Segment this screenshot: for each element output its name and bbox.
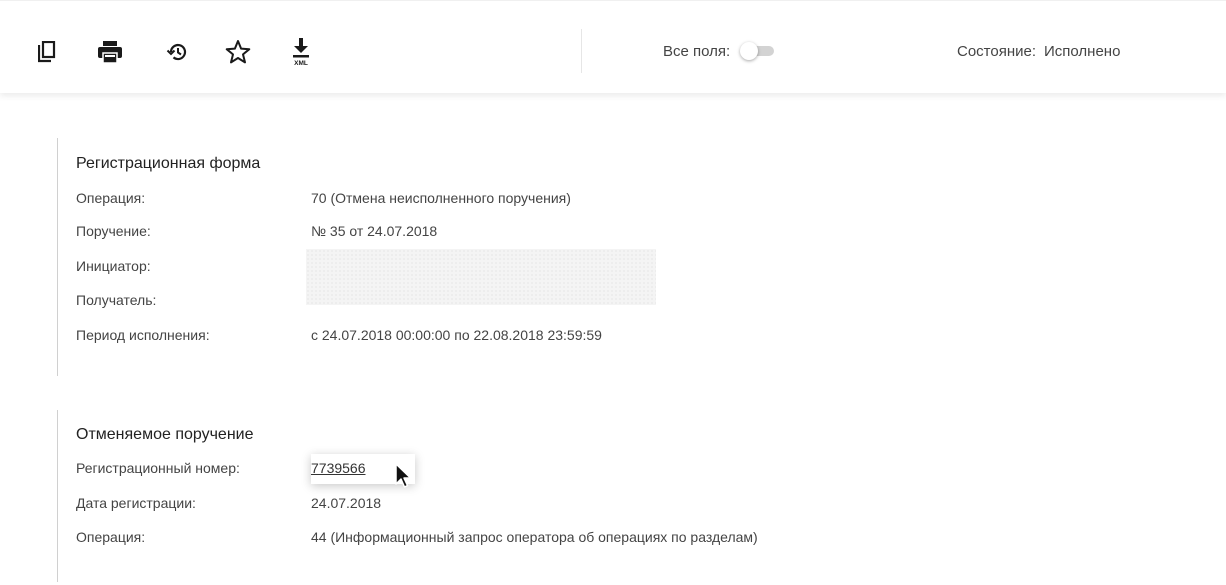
field-value: № 35 от 24.07.2018 (311, 223, 438, 239)
cancelled-order-section: Отменяемое поручение Регистрационный ном… (57, 410, 758, 582)
download-xml-icon[interactable]: XML (288, 37, 314, 67)
section-title: Регистрационная форма (76, 155, 261, 172)
copy-icon[interactable] (34, 37, 60, 67)
field-label: Дата регистрации: (76, 495, 196, 511)
field-row: Период исполнения: с 24.07.2018 00:00:00… (76, 327, 976, 347)
all-fields-label: Все поля: (663, 42, 731, 60)
registration-number-link[interactable]: 7739566 (311, 460, 366, 476)
toolbar-divider (581, 29, 582, 73)
print-icon[interactable] (97, 37, 123, 67)
all-fields-control: Все поля: (663, 40, 776, 62)
redacted-area (306, 249, 656, 305)
field-value: 44 (Информационный запрос оператора об о… (311, 529, 758, 545)
registration-form-section: Регистрационная форма Операция: 70 (Отме… (57, 138, 656, 376)
field-label: Регистрационный номер: (76, 460, 240, 476)
all-fields-toggle[interactable] (740, 42, 776, 60)
field-label: Операция: (76, 529, 146, 545)
section-title: Отменяемое поручение (76, 426, 254, 443)
field-row: Операция: 70 (Отмена неисполненного пору… (76, 190, 976, 210)
status-label: Состояние: (957, 42, 1037, 60)
field-label: Операция: (76, 190, 146, 206)
field-row: Операция: 44 (Информационный запрос опер… (76, 529, 976, 549)
status-value: Исполнено (1044, 42, 1121, 60)
field-label: Период исполнения: (76, 327, 210, 343)
field-value: 24.07.2018 (311, 495, 382, 511)
field-value: 70 (Отмена неисполненного поручения) (311, 190, 571, 206)
field-row: Поручение: № 35 от 24.07.2018 (76, 223, 976, 243)
field-label: Инициатор: (76, 258, 151, 274)
field-label: Поручение: (76, 223, 151, 239)
field-row: Дата регистрации: 24.07.2018 (76, 495, 976, 515)
status: Состояние: Исполнено (957, 40, 1120, 62)
field-row: Регистрационный номер: 7739566 (76, 454, 976, 484)
toggle-thumb (740, 42, 759, 60)
toolbar: XML Все поля: Состояние: Исполнено (0, 0, 1226, 93)
xml-caption: XML (294, 60, 308, 67)
field-label: Получатель: (76, 292, 157, 308)
history-icon[interactable] (164, 37, 190, 67)
mouse-cursor-icon (394, 462, 412, 495)
star-icon[interactable] (225, 37, 251, 67)
field-value: с 24.07.2018 00:00:00 по 22.08.2018 23:5… (311, 327, 602, 343)
